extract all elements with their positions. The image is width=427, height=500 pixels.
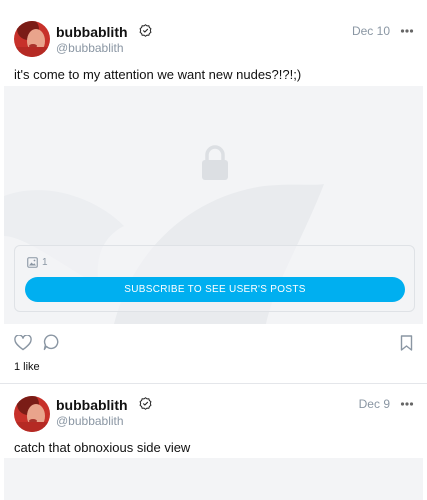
user-handle[interactable]: @bubbablith	[56, 41, 124, 55]
username[interactable]: bubbablith	[56, 24, 128, 40]
subscribe-button[interactable]: SUBSCRIBE TO SEE USER'S POSTS	[25, 277, 405, 302]
bookmark-icon[interactable]	[400, 335, 413, 351]
more-options-icon[interactable]	[400, 24, 414, 38]
username[interactable]: bubbablith	[56, 397, 128, 413]
verified-icon	[139, 24, 152, 37]
lock-icon	[202, 145, 228, 180]
subscribe-panel: 1 SUBSCRIBE TO SEE USER'S POSTS	[14, 245, 415, 312]
media-count: 1	[27, 257, 48, 268]
image-icon	[27, 257, 38, 268]
avatar[interactable]	[14, 21, 50, 57]
post-date[interactable]: Dec 10	[348, 24, 390, 38]
post-text: it's come to my attention we want new nu…	[14, 67, 302, 82]
more-options-icon[interactable]	[400, 397, 414, 411]
like-count[interactable]: 1 like	[14, 361, 40, 373]
locked-media	[4, 458, 423, 500]
post-card: bubbablith @bubbablith Dec 10 it's come …	[0, 0, 427, 384]
verified-icon	[139, 397, 152, 410]
avatar[interactable]	[14, 396, 50, 432]
media-count-value: 1	[42, 257, 48, 268]
post-text: catch that obnoxious side view	[14, 440, 191, 455]
user-handle[interactable]: @bubbablith	[56, 414, 124, 428]
post-card: bubbablith @bubbablith Dec 9 catch that …	[0, 384, 427, 500]
like-icon[interactable]	[14, 335, 32, 351]
comment-icon[interactable]	[43, 334, 59, 351]
post-date[interactable]: Dec 9	[348, 397, 390, 411]
